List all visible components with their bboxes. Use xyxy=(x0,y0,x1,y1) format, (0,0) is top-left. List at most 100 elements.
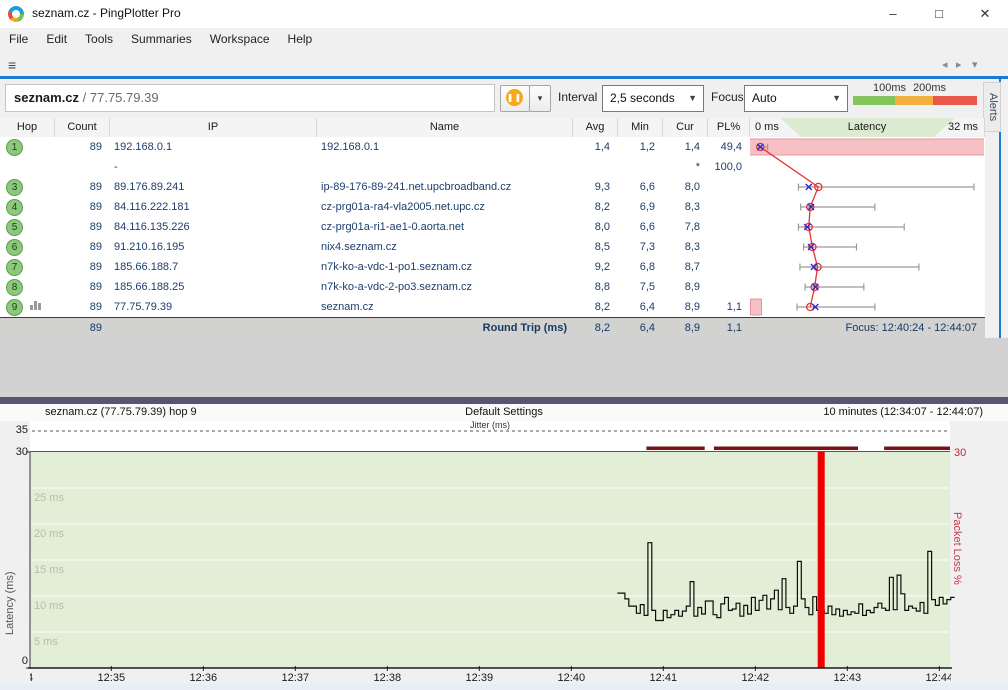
round-trip-pl: 1,1 xyxy=(708,318,750,339)
close-button[interactable]: ✕ xyxy=(962,0,1008,28)
tab-scroll-right-icon[interactable]: ▸ xyxy=(956,58,962,71)
latency-axis-bottom-label: 0 xyxy=(8,655,28,667)
hop-number-badge: 9 xyxy=(6,299,23,316)
interval-select[interactable]: 2,5 seconds ▼ xyxy=(602,85,704,112)
pause-dropdown-button[interactable]: ▾ xyxy=(529,85,551,112)
cur-cell: 8,7 xyxy=(663,257,708,277)
ip-cell: 192.168.0.1 xyxy=(110,137,317,157)
name-cell: n7k-ko-a-vdc-1-po1.seznam.cz xyxy=(317,257,573,277)
trace-row-hop-8[interactable]: 889185.66.188.25n7k-ko-a-vdc-2-po3.sezna… xyxy=(0,277,985,297)
hop-cell: 8 xyxy=(0,277,55,297)
count-cell: 89 xyxy=(55,177,110,197)
trace-table-rows: 189192.168.0.1192.168.0.11,41,21,449,4-*… xyxy=(0,137,985,317)
column-header-avg[interactable]: Avg xyxy=(573,118,618,137)
pane-splitter[interactable] xyxy=(0,397,1008,404)
ip-cell: 84.116.222.181 xyxy=(110,197,317,217)
round-trip-cur: 8,9 xyxy=(663,318,708,339)
interval-label: Interval xyxy=(558,90,597,104)
alerts-panel-tab[interactable]: Alerts xyxy=(983,82,1001,132)
pause-button[interactable]: ❚❚ xyxy=(500,85,530,112)
count-cell: 89 xyxy=(55,257,110,277)
min-cell: 6,4 xyxy=(618,297,663,317)
menu-bar: FileEditToolsSummariesWorkspaceHelp xyxy=(0,28,1008,52)
trace-row-hop-3[interactable]: 38989.176.89.241ip-89-176-89-241.net.upc… xyxy=(0,177,985,197)
menu-item-workspace[interactable]: Workspace xyxy=(201,28,279,50)
trace-row-hop-6[interactable]: 68991.210.16.195nix4.seznam.cz8,57,38,3 xyxy=(0,237,985,257)
timeline-plot[interactable] xyxy=(30,452,950,668)
minimize-button[interactable]: – xyxy=(870,0,916,28)
ip-cell: 89.176.89.241 xyxy=(110,177,317,197)
tab-bar: All Targets✖horizon.tv✔seznam.cz✖garaz.c… xyxy=(0,52,1008,77)
maximize-button[interactable]: □ xyxy=(916,0,962,28)
tab-list-menu-icon[interactable]: ≡ xyxy=(8,57,16,73)
menu-item-tools[interactable]: Tools xyxy=(76,28,122,50)
ip-cell: 84.116.135.226 xyxy=(110,217,317,237)
hop-cell: 6 xyxy=(0,237,55,257)
count-cell: 89 xyxy=(55,297,110,317)
round-trip-row[interactable]: 89 Round Trip (ms) 8,2 6,4 8,9 1,1 Focus… xyxy=(0,317,985,339)
latency-minigraph-cell xyxy=(750,297,985,317)
trace-row-hop-1[interactable]: 189192.168.0.1192.168.0.11,41,21,449,4 xyxy=(0,137,985,157)
target-ip-text: / 77.75.79.39 xyxy=(79,90,159,105)
menu-item-file[interactable]: File xyxy=(0,28,37,50)
trace-row-hop-4[interactable]: 48984.116.222.181cz-prg01a-ra4-vla2005.n… xyxy=(0,197,985,217)
column-header-pl[interactable]: PL% xyxy=(708,118,750,137)
ip-cell: 185.66.188.7 xyxy=(110,257,317,277)
ip-cell: 77.75.79.39 xyxy=(110,297,317,317)
focus-select[interactable]: Auto ▼ xyxy=(744,85,848,112)
trace-row-hop-7[interactable]: 789185.66.188.7n7k-ko-a-vdc-1-po1.seznam… xyxy=(0,257,985,277)
count-cell xyxy=(55,157,110,177)
avg-cell: 1,4 xyxy=(573,137,618,157)
min-cell: 7,3 xyxy=(618,237,663,257)
name-cell: nix4.seznam.cz xyxy=(317,237,573,257)
count-cell: 89 xyxy=(55,197,110,217)
name-cell: cz-prg01a-ri1-ae1-0.aorta.net xyxy=(317,217,573,237)
avg-cell: 9,3 xyxy=(573,177,618,197)
menu-item-help[interactable]: Help xyxy=(279,28,322,50)
ip-cell: - xyxy=(110,157,317,177)
hop-cell: 4 xyxy=(0,197,55,217)
scale-200ms-label: 200ms xyxy=(913,82,946,94)
latency-minigraph-cell xyxy=(750,217,985,237)
round-trip-label: Round Trip (ms) xyxy=(317,318,573,339)
column-header-ip[interactable]: IP xyxy=(110,118,317,137)
latency-minigraph-cell xyxy=(750,197,985,217)
cur-cell: 8,0 xyxy=(663,177,708,197)
chevron-down-icon: ▼ xyxy=(688,86,697,111)
min-cell xyxy=(618,157,663,177)
packet-loss-cell xyxy=(708,217,750,237)
hop-cell: 5 xyxy=(0,217,55,237)
hop-number-badge: 1 xyxy=(6,139,23,156)
latency-minigraph-cell xyxy=(750,137,985,157)
cur-cell: 8,9 xyxy=(663,277,708,297)
min-cell: 6,6 xyxy=(618,217,663,237)
hop-cell: 3 xyxy=(0,177,55,197)
count-cell: 89 xyxy=(55,277,110,297)
trace-row-hop-unknown[interactable]: -*100,0 xyxy=(0,157,985,177)
packet-loss-cell: 1,1 xyxy=(708,297,750,317)
min-cell: 1,2 xyxy=(618,137,663,157)
target-input[interactable]: seznam.cz / 77.75.79.39 xyxy=(5,84,495,112)
column-header-hop[interactable]: Hop xyxy=(0,118,55,137)
min-cell: 6,6 xyxy=(618,177,663,197)
column-header-count[interactable]: Count xyxy=(55,118,110,137)
ip-cell: 185.66.188.25 xyxy=(110,277,317,297)
tab-overflow-icon[interactable]: ▾ xyxy=(972,58,978,71)
column-header-name[interactable]: Name xyxy=(317,118,573,137)
cur-cell: * xyxy=(663,157,708,177)
trace-row-hop-9[interactable]: 98977.75.79.39seznam.cz8,26,48,91,1 xyxy=(0,297,985,317)
column-header-latency[interactable]: 0 msLatency32 ms xyxy=(750,118,985,137)
latency-minigraph-cell xyxy=(750,237,985,257)
menu-item-summaries[interactable]: Summaries xyxy=(122,28,201,50)
latency-scale-orange xyxy=(895,96,933,105)
latency-scale-max-label: 32 ms xyxy=(948,118,978,137)
avg-cell: 8,8 xyxy=(573,277,618,297)
focus-label: Focus xyxy=(711,90,744,104)
trace-row-hop-5[interactable]: 58984.116.135.226cz-prg01a-ri1-ae1-0.aor… xyxy=(0,217,985,237)
name-cell: cz-prg01a-ra4-vla2005.net.upc.cz xyxy=(317,197,573,217)
column-header-min[interactable]: Min xyxy=(618,118,663,137)
hop-number-badge: 3 xyxy=(6,179,23,196)
column-header-cur[interactable]: Cur xyxy=(663,118,708,137)
tab-scroll-left-icon[interactable]: ◂ xyxy=(942,58,948,71)
menu-item-edit[interactable]: Edit xyxy=(37,28,76,50)
